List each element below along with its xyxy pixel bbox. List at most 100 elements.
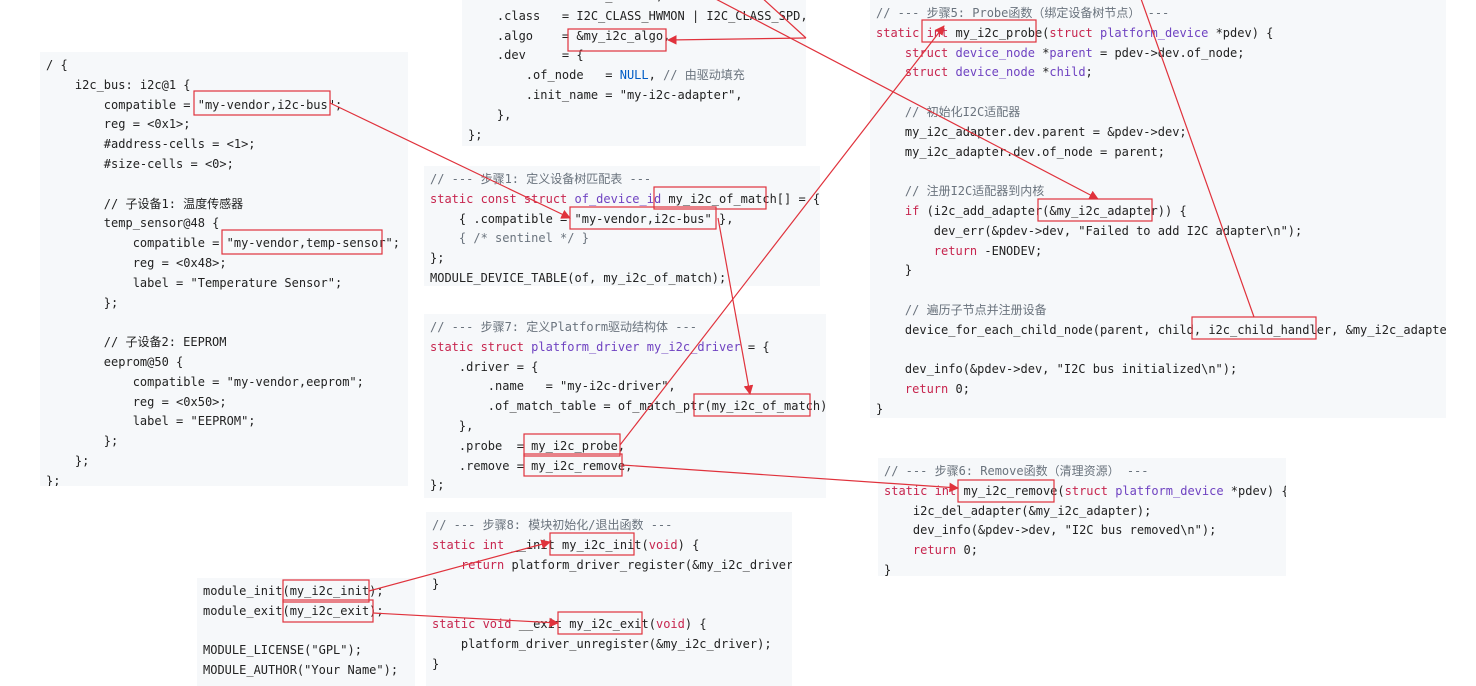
- code-line: compatible = "my-vendor,eeprom";: [46, 373, 400, 393]
- code-line: return 0;: [876, 380, 1446, 400]
- code-token: };: [46, 434, 119, 449]
- code-line: };: [46, 452, 400, 472]
- code-token: dev_info(&pdev->dev, "I2C bus initialize…: [876, 362, 1238, 377]
- code-token: // --- 步骤8: 模块初始化/退出函数 ---: [432, 518, 673, 532]
- code-token: / {: [46, 58, 68, 72]
- code-token: platform_driver my_i2c_driver: [531, 339, 741, 354]
- code-line: struct device_node *child;: [876, 63, 1446, 83]
- code-token: if: [904, 203, 920, 218]
- code-token: struct: [1064, 483, 1116, 498]
- code-token: MODULE_LICENSE("GPL");: [203, 643, 362, 658]
- code-token: };: [46, 295, 119, 310]
- code-line: // 初始化I2C适配器: [876, 103, 1446, 123]
- code-token: void: [655, 616, 685, 631]
- code-token: static const struct: [430, 191, 575, 206]
- code-token: // --- 步骤6: Remove函数（清理资源） ---: [884, 464, 1149, 478]
- code-line: / {: [46, 56, 400, 76]
- code-line: static struct platform_driver my_i2c_dri…: [430, 338, 826, 358]
- code-token: ) {: [684, 616, 707, 631]
- code-line: }: [884, 561, 1286, 576]
- code-token: };: [430, 251, 445, 266]
- code-token: }: [876, 263, 913, 278]
- code-line: };: [430, 476, 826, 496]
- code-line: // 遍历子节点并注册设备: [876, 301, 1446, 321]
- code-token: return: [912, 543, 957, 558]
- adapter-struct-code: .owner = THIS_MODULE, .class = I2C_CLASS…: [468, 0, 806, 145]
- code-token: device_for_each_child_node(parent, child…: [876, 322, 1446, 337]
- code-token: platform_driver_unregister(&my_i2c_drive…: [432, 636, 772, 651]
- code-token: struct: [904, 45, 956, 60]
- code-token: .dev = {: [468, 48, 584, 63]
- code-token: module_init(my_i2c_init);: [203, 584, 384, 598]
- code-line: // --- 步骤8: 模块初始化/退出函数 ---: [432, 516, 792, 536]
- code-token: // --- 步骤1: 定义设备树匹配表 ---: [430, 172, 652, 186]
- code-token: 0;: [948, 382, 970, 397]
- code-line: },: [430, 417, 826, 437]
- code-token: compatible = "my-vendor,i2c-bus";: [46, 97, 343, 112]
- code-token: // 初始化I2C适配器: [904, 104, 1021, 119]
- code-token: device_node: [955, 65, 1035, 80]
- code-token: .driver = {: [430, 359, 539, 374]
- code-token: return: [904, 382, 949, 397]
- code-token: eeprom@50 {: [46, 354, 184, 369]
- code-line: static int my_i2c_probe(struct platform_…: [876, 24, 1446, 44]
- step6-remove-panel: // --- 步骤6: Remove函数（清理资源） --- static int…: [878, 458, 1286, 576]
- code-token: },: [468, 107, 512, 122]
- code-token: parent: [1049, 45, 1093, 60]
- code-token: child: [1049, 65, 1086, 80]
- code-token: *: [1034, 45, 1050, 60]
- code-line: }: [432, 655, 792, 675]
- adapter-struct-panel: .owner = THIS_MODULE, .class = I2C_CLASS…: [462, 0, 806, 146]
- code-line: .remove = my_i2c_remove,: [430, 457, 826, 477]
- code-line: }: [876, 261, 1446, 281]
- step8-init-exit-code: // --- 步骤8: 模块初始化/退出函数 --- static int __i…: [432, 516, 792, 674]
- code-token: };: [430, 478, 445, 493]
- code-line: };: [46, 472, 400, 486]
- step6-remove-code: // --- 步骤6: Remove函数（清理资源） --- static int…: [884, 462, 1286, 576]
- code-token: .init_name = "my-i2c-adapter",: [468, 87, 743, 102]
- code-token: device_node: [955, 45, 1035, 60]
- code-line: }: [432, 575, 792, 595]
- code-line: { /* sentinel */ }: [430, 229, 820, 249]
- code-line: static void __exit my_i2c_exit(void) {: [432, 615, 792, 635]
- code-token: .of_match_table = of_match_ptr(my_i2c_of…: [430, 399, 826, 414]
- code-token: }: [432, 656, 440, 671]
- code-token: static int: [876, 25, 949, 40]
- code-line: // --- 步骤5: Probe函数（绑定设备树节点） ---: [876, 4, 1446, 24]
- code-token: ;: [1085, 65, 1093, 80]
- code-token: -ENODEV;: [977, 243, 1043, 258]
- code-line: { .compatible = "my-vendor,i2c-bus" },: [430, 210, 820, 230]
- code-line: },: [468, 106, 806, 126]
- code-token: dev_err(&pdev->dev, "Failed to add I2C a…: [876, 223, 1303, 238]
- code-line: };: [46, 294, 400, 314]
- code-token: // 子设备2: EEPROM: [46, 335, 227, 350]
- code-line: compatible = "my-vendor,i2c-bus";: [46, 96, 400, 116]
- code-token: my_i2c_remove(: [956, 483, 1065, 498]
- code-token: };: [468, 127, 483, 142]
- code-line: module_init(my_i2c_init);: [203, 582, 398, 602]
- device-tree-code: / { i2c_bus: i2c@1 { compatible = "my-ve…: [46, 56, 400, 486]
- step7-platform-driver-panel: // --- 步骤7: 定义Platform驱动结构体 --- static st…: [424, 314, 826, 498]
- code-token: static int: [432, 537, 505, 552]
- code-token: void: [648, 537, 678, 552]
- code-token: i2c_bus: i2c@1 {: [46, 77, 191, 92]
- code-token: compatible = "my-vendor,temp-sensor";: [46, 236, 401, 251]
- code-token: .algo = &my_i2c_algo,: [468, 28, 671, 43]
- code-token: // 由驱动填充: [663, 68, 745, 83]
- module-macros-code: module_init(my_i2c_init); module_exit(my_…: [203, 582, 398, 681]
- code-line: // 注册I2C适配器到内核: [876, 182, 1446, 202]
- code-line: static int my_i2c_remove(struct platform…: [884, 482, 1286, 502]
- step5-probe-code: // --- 步骤5: Probe函数（绑定设备树节点） --- static i…: [876, 4, 1446, 418]
- code-line: };: [46, 432, 400, 452]
- module-macros-panel: module_init(my_i2c_init); module_exit(my_…: [197, 578, 415, 686]
- code-token: platform_device: [1115, 483, 1224, 498]
